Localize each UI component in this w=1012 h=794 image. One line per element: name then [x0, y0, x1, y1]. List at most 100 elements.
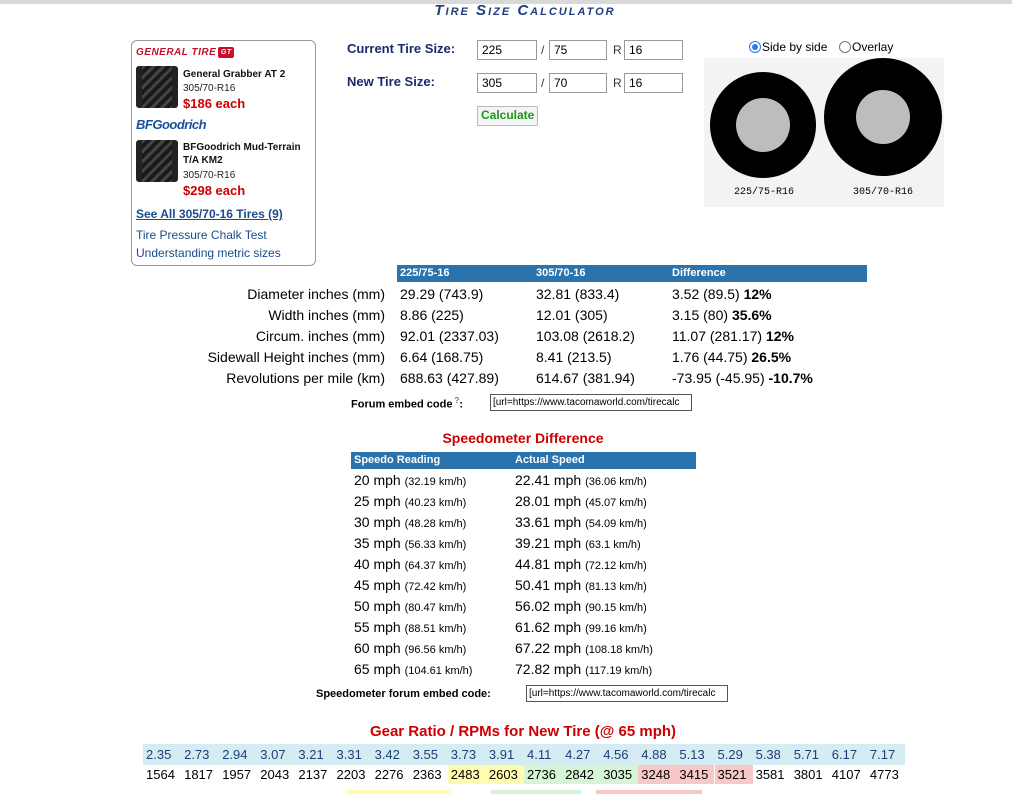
- product2-price: $298 each: [183, 183, 246, 198]
- km2-tire-image[interactable]: [136, 140, 178, 182]
- cell-width-new: 12.01 (305): [536, 307, 608, 323]
- overlay-label[interactable]: Overlay: [852, 40, 893, 54]
- gear-ratio-cell: 3.73: [450, 747, 477, 762]
- rpm-cell: 3035: [600, 765, 639, 784]
- side-by-side-radio[interactable]: [749, 41, 761, 53]
- speedometer-heading: Speedometer Difference: [442, 430, 604, 446]
- calculate-button[interactable]: Calculate: [477, 106, 539, 126]
- gear-ratio-cell: 3.31: [336, 747, 362, 762]
- cell-sidewall-diff: 1.76 (44.75) 26.5%: [672, 349, 792, 365]
- rpm-cell: 3521: [714, 765, 753, 784]
- speedo-reading-cell: 35 mph (56.33 km/h): [354, 535, 467, 551]
- forum-embed-input[interactable]: [url=https://www.tacomaworld.com/tirecal…: [490, 394, 692, 411]
- product1-size: 305/70-R16: [183, 83, 236, 94]
- gear-ratio-cell: 5.38: [755, 747, 781, 762]
- cell-circ-diff: 11.07 (281.17) 12%: [672, 328, 794, 344]
- gear-ratio-cell: 5.13: [679, 747, 705, 762]
- gear-ratio-cell: 4.27: [565, 747, 591, 762]
- rpm-cell: 1957: [222, 767, 252, 782]
- current-rim-input[interactable]: 16: [624, 40, 683, 60]
- new-tire-label: New Tire Size:: [347, 74, 435, 89]
- row-label-diameter: Diameter inches (mm): [247, 286, 385, 302]
- bfgoodrich-logo[interactable]: BFGoodrich: [136, 117, 207, 132]
- rpm-cell: 2603: [485, 765, 524, 784]
- tire-comparison-svg: [710, 58, 942, 178]
- actual-speed-cell: 56.02 mph (90.15 km/h): [515, 598, 647, 614]
- gear-ratio-cell: 3.91: [488, 747, 515, 762]
- rpm-cell: 2483: [447, 765, 486, 784]
- slash-separator: /: [541, 43, 545, 57]
- row-label-circumference: Circum. inches (mm): [255, 328, 385, 344]
- legend-green-swatch: [491, 790, 581, 794]
- grabber-tire-image[interactable]: [136, 66, 178, 108]
- row-label-width: Width inches (mm): [268, 307, 385, 323]
- speedo-reading-cell: 55 mph (88.51 km/h): [354, 619, 467, 635]
- actual-speed-cell: 50.41 mph (81.13 km/h): [515, 577, 647, 593]
- rpm-cell: 1817: [184, 767, 214, 782]
- side-by-side-label[interactable]: Side by side: [762, 40, 827, 54]
- cell-revs-current: 688.63 (427.89): [400, 370, 499, 386]
- new-tire-size-label: 305/70-R16: [853, 187, 914, 198]
- cell-diameter-diff: 3.52 (89.5) 12%: [672, 286, 772, 302]
- new-rim-input[interactable]: 16: [624, 73, 683, 93]
- current-aspect-input[interactable]: 75: [549, 40, 607, 60]
- gear-ratio-cell: 3.55: [412, 747, 438, 762]
- product1-name[interactable]: General Grabber AT 2: [183, 68, 285, 81]
- speedo-reading-header: Speedo Reading: [351, 452, 512, 469]
- gear-ratio-cell: 7.17: [869, 747, 896, 762]
- cell-sidewall-current: 6.64 (168.75): [400, 349, 484, 365]
- speedo-embed-input[interactable]: [url=https://www.tacomaworld.com/tirecal…: [526, 685, 728, 702]
- actual-speed-cell: 44.81 mph (72.12 km/h): [515, 556, 647, 572]
- speedo-reading-cell: 60 mph (96.56 km/h): [354, 640, 467, 656]
- new-aspect-input[interactable]: 70: [549, 73, 607, 93]
- cell-revs-new: 614.67 (381.94): [536, 370, 635, 386]
- speedo-reading-cell: 45 mph (72.42 km/h): [354, 577, 467, 593]
- see-all-tires-link[interactable]: See All 305/70-16 Tires (9): [136, 207, 283, 221]
- cell-circ-current: 92.01 (2337.03): [400, 328, 499, 344]
- current-tire-size-label: 225/75-R16: [734, 187, 795, 198]
- rpm-cell: 4107: [831, 767, 861, 782]
- gear-ratio-cell: 3.07: [260, 747, 286, 762]
- actual-speed-cell: 33.61 mph (54.09 km/h): [515, 514, 647, 530]
- cell-diameter-current: 29.29 (743.9): [400, 286, 484, 302]
- rim-r-label: R: [613, 43, 622, 57]
- slash-separator: /: [541, 76, 545, 90]
- current-width-input[interactable]: 225: [477, 40, 537, 60]
- actual-speed-cell: 22.41 mph (36.06 km/h): [515, 472, 647, 488]
- rpm-cell: 3415: [676, 765, 715, 784]
- speedo-reading-cell: 50 mph (80.47 km/h): [354, 598, 467, 614]
- gear-ratio-cell: 6.17: [831, 747, 858, 762]
- speedo-reading-cell: 25 mph (40.23 km/h): [354, 493, 467, 509]
- actual-speed-cell: 39.21 mph (63.1 km/h): [515, 535, 641, 551]
- legend-yellow-swatch: [346, 790, 450, 794]
- actual-speed-header: Actual Speed: [512, 452, 696, 469]
- gear-ratio-cell: 5.71: [793, 747, 819, 762]
- gear-ratio-cell: 3.21: [298, 747, 324, 762]
- cell-revs-diff: -73.95 (-45.95) -10.7%: [672, 370, 813, 386]
- gear-ratio-row: 2.35 2.73 2.94 3.07 3.21 3.31 3.42 3.55 3.73 3.91…: [143, 744, 905, 765]
- gear-ratio-cell: 4.88: [641, 747, 667, 762]
- metric-sizes-link[interactable]: Understanding metric sizes: [136, 246, 281, 260]
- current-wheel-icon: [736, 98, 790, 152]
- product1-price: $186 each: [183, 96, 246, 111]
- general-tire-logo[interactable]: GENERAL TIRE GT: [136, 47, 235, 58]
- speedo-reading-cell: 30 mph (48.28 km/h): [354, 514, 467, 530]
- gear-ratio-cell: 2.35: [146, 747, 172, 762]
- speedo-embed-label: Speedometer forum embed code:: [316, 688, 491, 700]
- chalk-test-link[interactable]: Tire Pressure Chalk Test: [136, 228, 267, 242]
- cell-sidewall-new: 8.41 (213.5): [536, 349, 612, 365]
- overlay-radio[interactable]: [839, 41, 851, 53]
- rpm-cell: 1564: [146, 767, 175, 782]
- actual-speed-cell: 72.82 mph (117.19 km/h): [515, 661, 653, 677]
- new-width-input[interactable]: 305: [477, 73, 537, 93]
- legend-red-swatch: [596, 790, 702, 794]
- rpm-cell: 3801: [793, 767, 823, 782]
- rpm-cell: 2203: [336, 767, 366, 782]
- gear-ratio-heading: Gear Ratio / RPMs for New Tire (@ 65 mph…: [369, 723, 677, 740]
- actual-speed-cell: 61.62 mph (99.16 km/h): [515, 619, 647, 635]
- product2-name[interactable]: BFGoodrich Mud-Terrain T/A KM2: [183, 141, 301, 167]
- gear-ratio-cell: 2.73: [184, 747, 210, 762]
- cell-width-current: 8.86 (225): [400, 307, 464, 323]
- rpm-cell: 4773: [869, 767, 899, 782]
- help-icon[interactable]: ?: [454, 396, 459, 405]
